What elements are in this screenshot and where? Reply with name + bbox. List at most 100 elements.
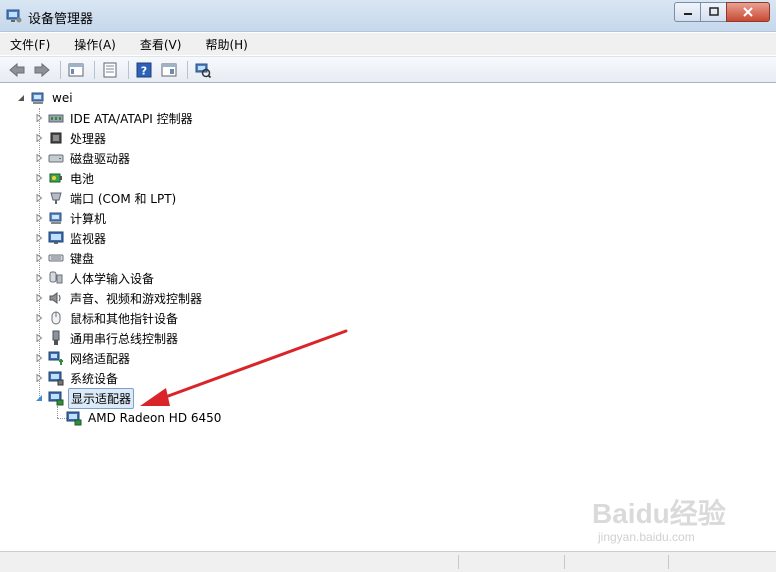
hid-icon (48, 270, 64, 286)
collapse-triangle-icon[interactable] (16, 93, 26, 103)
mouse-icon (48, 310, 64, 326)
menu-file[interactable]: 文件(F) (6, 34, 54, 55)
properties-button[interactable] (99, 59, 121, 81)
toolbar-separator (60, 60, 61, 79)
menu-bar: 文件(F) 操作(A) 查看(V) 帮助(H) (0, 33, 776, 55)
system-device-icon (48, 370, 64, 386)
tree-node-label: 键盘 (70, 251, 95, 266)
tree-node-network-adapter[interactable]: 网络适配器 (34, 348, 132, 368)
toolbar: ? (0, 56, 776, 83)
menu-help[interactable]: 帮助(H) (201, 34, 251, 55)
action-pane-button[interactable] (158, 59, 180, 81)
status-bar (0, 551, 776, 572)
display-adapter-icon (66, 410, 82, 426)
expand-triangle-icon[interactable] (34, 293, 44, 303)
collapse-triangle-icon[interactable] (34, 393, 44, 403)
computer-icon (48, 210, 64, 226)
tree-node-disk-drive[interactable]: 磁盘驱动器 (34, 148, 132, 168)
device-manager-window: 设备管理器 文件(F) 操作(A) 查看(V) 帮助(H) ? wei IDE … (0, 0, 776, 572)
network-adapter-icon (48, 350, 64, 366)
toolbar-separator (94, 60, 95, 79)
tree-node-processor[interactable]: 处理器 (34, 128, 108, 148)
tree-node-label: 人体学输入设备 (70, 271, 155, 286)
maximize-button[interactable] (700, 2, 726, 22)
status-separator (458, 555, 459, 569)
tree-node-port[interactable]: 端口 (COM 和 LPT) (34, 188, 178, 208)
expand-triangle-icon[interactable] (34, 273, 44, 283)
port-icon (48, 190, 64, 206)
expand-triangle-icon[interactable] (34, 193, 44, 203)
show-hide-console-tree-button[interactable] (65, 59, 87, 81)
close-button[interactable] (726, 2, 770, 22)
tree-node-label: 端口 (COM 和 LPT) (70, 191, 177, 206)
scan-hardware-button[interactable] (192, 59, 214, 81)
tree-node-battery[interactable]: 电池 (34, 168, 96, 188)
expand-triangle-icon[interactable] (34, 373, 44, 383)
tree-node-mouse[interactable]: 鼠标和其他指针设备 (34, 308, 180, 328)
display-adapter-icon (48, 390, 64, 406)
close-icon (743, 7, 753, 17)
status-separator (564, 555, 565, 569)
window-title: 设备管理器 (28, 12, 94, 27)
expand-triangle-icon[interactable] (34, 173, 44, 183)
tree-node-label: 通用串行总线控制器 (70, 331, 179, 346)
tree-node-label: 计算机 (70, 211, 107, 226)
expand-triangle-icon[interactable] (34, 233, 44, 243)
minimize-button[interactable] (674, 2, 700, 22)
battery-icon (48, 170, 64, 186)
tree-node-label: 鼠标和其他指针设备 (70, 311, 179, 326)
tree-node-usb[interactable]: 通用串行总线控制器 (34, 328, 180, 348)
console-tree-icon (68, 63, 84, 76)
expand-triangle-icon[interactable] (34, 353, 44, 363)
forward-arrow-icon (34, 62, 50, 77)
device-manager-icon (6, 8, 22, 24)
maximize-icon (708, 7, 719, 16)
tree-node-label: 显示适配器 (68, 387, 135, 409)
menu-action[interactable]: 操作(A) (70, 34, 120, 55)
computer-icon (30, 90, 46, 106)
minimize-icon (683, 13, 692, 15)
scan-hardware-icon (195, 63, 211, 78)
tree-node-keyboard[interactable]: 键盘 (34, 248, 96, 268)
tree-node-label: IDE ATA/ATAPI 控制器 (70, 111, 193, 126)
menu-view[interactable]: 查看(V) (136, 34, 186, 55)
toolbar-separator (128, 60, 129, 79)
tree-child-amd-radeon[interactable]: AMD Radeon HD 6450 (54, 408, 223, 428)
back-button[interactable] (6, 59, 28, 81)
forward-button[interactable] (31, 59, 53, 81)
expand-triangle-icon[interactable] (34, 313, 44, 323)
expand-triangle-icon[interactable] (34, 113, 44, 123)
monitor-icon (48, 230, 64, 246)
tree-node-label: 监视器 (70, 231, 107, 246)
expand-triangle-icon[interactable] (34, 253, 44, 263)
expand-triangle-icon[interactable] (34, 213, 44, 223)
tree-node-system-device[interactable]: 系统设备 (34, 368, 120, 388)
back-arrow-icon (9, 62, 25, 77)
tree-node-sound[interactable]: 声音、视频和游戏控制器 (34, 288, 204, 308)
properties-icon (103, 62, 117, 77)
disk-drive-icon (48, 150, 64, 166)
sound-icon (48, 290, 64, 306)
tree-node-computer[interactable]: 计算机 (34, 208, 108, 228)
usb-icon (48, 330, 64, 346)
tree-node-label: 声音、视频和游戏控制器 (70, 291, 203, 306)
help-button[interactable]: ? (133, 59, 155, 81)
tree-node-monitor[interactable]: 监视器 (34, 228, 108, 248)
tree-node-display-adapter[interactable]: 显示适配器 (34, 387, 135, 409)
ide-controller-icon (48, 110, 64, 126)
tree-node-label: 电池 (70, 171, 95, 186)
action-pane-icon (161, 63, 177, 76)
tree-child-label: AMD Radeon HD 6450 (88, 411, 222, 425)
processor-icon (48, 130, 64, 146)
device-tree[interactable]: wei IDE ATA/ATAPI 控制器处理器 磁盘驱动器电池端口 (COM 和… (0, 84, 776, 550)
tree-node-hid[interactable]: 人体学输入设备 (34, 268, 156, 288)
expand-triangle-icon[interactable] (34, 133, 44, 143)
tree-root-node[interactable]: wei (16, 88, 75, 108)
expand-triangle-icon[interactable] (34, 153, 44, 163)
tree-node-ide-controller[interactable]: IDE ATA/ATAPI 控制器 (34, 108, 195, 128)
title-bar[interactable]: 设备管理器 (0, 0, 776, 32)
tree-node-label: 网络适配器 (70, 351, 131, 366)
svg-text:?: ? (141, 64, 147, 77)
expand-triangle-icon[interactable] (34, 333, 44, 343)
help-icon: ? (136, 62, 152, 77)
